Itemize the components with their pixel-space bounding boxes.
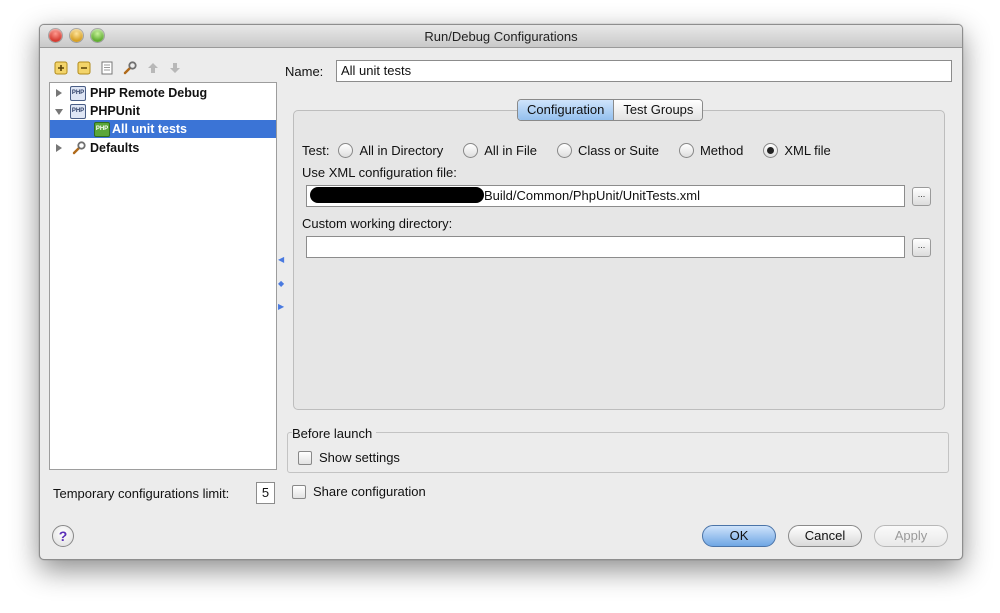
tree-item-php-remote-debug[interactable]: PHP PHP Remote Debug — [50, 84, 276, 102]
radio-method[interactable]: Method — [678, 142, 744, 158]
name-label: Name: — [285, 64, 324, 79]
radio-all-in-file[interactable]: All in File — [463, 142, 538, 158]
show-settings-checkbox-row[interactable]: Show settings — [298, 450, 400, 465]
cancel-button[interactable]: Cancel — [788, 525, 862, 547]
tree-item-label: Defaults — [90, 141, 140, 155]
tab-configuration[interactable]: Configuration — [518, 100, 614, 120]
tab-bar: Configuration Test Groups — [517, 99, 704, 121]
run-debug-dialog: Run/Debug Configurations PHP PHP Remote … — [39, 24, 963, 560]
xml-config-label: Use XML configuration file: — [302, 165, 457, 180]
radio-label: Method — [699, 142, 744, 158]
xml-config-input[interactable]: Build/Common/PhpUnit/UnitTests.xml — [306, 185, 905, 207]
radio-button-selected[interactable] — [763, 142, 779, 158]
radio-button[interactable] — [338, 142, 354, 158]
redacted-path-block — [310, 187, 484, 203]
move-up-icon[interactable] — [146, 61, 160, 75]
configuration-tree[interactable]: PHP PHP Remote Debug PHP PHPUnit PHP All… — [49, 82, 277, 470]
test-label: Test: — [302, 142, 330, 158]
share-config-checkbox-row[interactable]: Share configuration — [292, 484, 426, 499]
radio-label: All in Directory — [359, 142, 444, 158]
ok-button[interactable]: OK — [702, 525, 776, 547]
phpunit-config-icon: PHP — [94, 122, 110, 137]
tree-item-defaults[interactable]: Defaults — [50, 139, 276, 157]
apply-button[interactable]: Apply — [874, 525, 948, 547]
php-remote-debug-icon: PHP — [70, 86, 86, 101]
radio-label: XML file — [784, 142, 831, 158]
share-config-label: Share configuration — [313, 484, 426, 499]
defaults-wrench-icon — [72, 141, 86, 155]
copy-config-icon[interactable] — [100, 61, 114, 75]
radio-all-in-directory[interactable]: All in Directory — [338, 142, 444, 158]
radio-label: All in File — [484, 142, 538, 158]
edit-defaults-icon[interactable] — [123, 61, 137, 75]
xml-config-browse-button[interactable]: ... — [912, 187, 931, 206]
tree-item-label: PHP Remote Debug — [90, 86, 208, 100]
working-dir-browse-button[interactable]: ... — [912, 238, 931, 257]
tree-item-phpunit[interactable]: PHP PHPUnit — [50, 102, 276, 120]
radio-class-or-suite[interactable]: Class or Suite — [557, 142, 659, 158]
share-config-checkbox[interactable] — [292, 484, 306, 499]
help-button[interactable]: ? — [52, 525, 74, 547]
working-dir-input[interactable] — [306, 236, 905, 258]
name-input[interactable]: All unit tests — [336, 60, 952, 82]
show-settings-checkbox[interactable] — [298, 450, 312, 465]
tab-test-groups[interactable]: Test Groups — [613, 100, 703, 120]
temp-config-limit-input[interactable]: 5 — [256, 482, 275, 504]
xml-config-value: Build/Common/PhpUnit/UnitTests.xml — [484, 188, 701, 203]
before-launch-legend: Before launch — [292, 426, 377, 441]
radio-xml-file[interactable]: XML file — [763, 142, 831, 158]
move-down-icon[interactable] — [168, 61, 182, 75]
radio-label: Class or Suite — [578, 142, 659, 158]
splitter-grip-icon[interactable]: ◆ — [278, 279, 284, 288]
remove-config-icon[interactable] — [77, 61, 91, 75]
test-type-row: Test: All in Directory All in File Class… — [302, 141, 851, 159]
add-config-icon[interactable] — [54, 61, 68, 75]
radio-button[interactable] — [557, 142, 573, 158]
collapse-arrow-icon[interactable] — [55, 109, 63, 115]
expand-arrow-icon[interactable] — [56, 144, 62, 152]
tree-item-all-unit-tests[interactable]: PHP All unit tests — [50, 120, 276, 138]
radio-button[interactable] — [678, 142, 694, 158]
radio-button[interactable] — [463, 142, 479, 158]
tree-item-label: PHPUnit — [90, 104, 140, 118]
tree-item-label: All unit tests — [112, 122, 188, 136]
splitter-left-arrow-icon[interactable]: ◀ — [278, 255, 284, 264]
title-bar[interactable]: Run/Debug Configurations — [40, 25, 962, 48]
window-title: Run/Debug Configurations — [424, 29, 578, 44]
working-dir-label: Custom working directory: — [302, 216, 453, 231]
temp-config-limit-label: Temporary configurations limit: — [53, 486, 230, 501]
phpunit-icon: PHP — [70, 104, 86, 119]
expand-arrow-icon[interactable] — [56, 89, 62, 97]
splitter-right-arrow-icon[interactable]: ▶ — [278, 302, 284, 311]
show-settings-label: Show settings — [319, 450, 400, 465]
